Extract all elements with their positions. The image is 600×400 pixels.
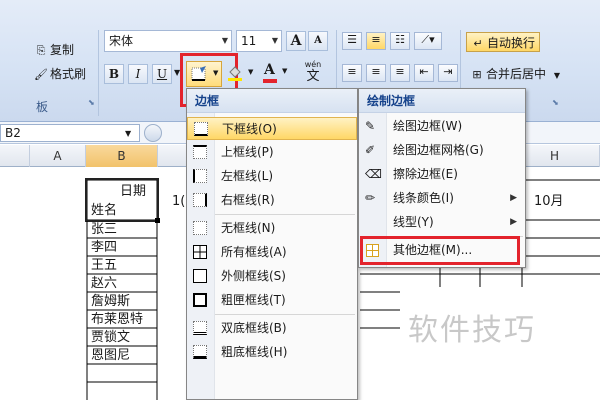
name-cell[interactable]: 布莱恩特 xyxy=(89,311,143,329)
align-center-button[interactable]: ≡ xyxy=(366,64,386,82)
more-borders-highlight xyxy=(360,236,520,265)
align-bottom-button[interactable]: ☷ xyxy=(390,32,410,50)
wrap-text-icon: ↵ xyxy=(473,37,483,50)
merge-center-button[interactable]: ⊞ 合并后居中 ▼ xyxy=(466,64,564,84)
bold-button[interactable]: B xyxy=(104,64,124,84)
eraser-icon: ⌫ xyxy=(365,167,382,181)
double-bottom-border-icon xyxy=(193,321,207,335)
name-cell[interactable]: 李四 xyxy=(89,239,117,257)
copy-button[interactable]: ⎘ 复制 xyxy=(34,40,74,60)
menu-item-draw-border[interactable]: ✎ 绘图边框(W) xyxy=(359,115,525,138)
thick-bottom-border-icon xyxy=(193,345,207,359)
draw-borders-menu-title: 绘制边框 xyxy=(359,89,525,113)
column-header-b[interactable]: B xyxy=(86,145,158,167)
border-menu-title: 边框 xyxy=(187,89,357,113)
formula-scroll-knob[interactable] xyxy=(144,124,162,142)
format-painter-button[interactable]: 🖌 格式刷 xyxy=(34,64,86,84)
thick-box-border-icon xyxy=(193,293,207,307)
dialog-launcher-icon[interactable]: ⬊ xyxy=(552,98,559,107)
chevron-down-icon: ▼ xyxy=(271,36,278,45)
watermark-text: 软件技巧 xyxy=(408,313,536,348)
menu-item-all-borders[interactable]: 所有框线(A) xyxy=(187,241,357,264)
top-border-icon xyxy=(193,145,207,159)
dialog-launcher-icon[interactable]: ⬊ xyxy=(88,98,95,107)
group-divider xyxy=(98,30,99,116)
fill-bucket-icon xyxy=(228,66,242,81)
clipboard-group-label: 板 xyxy=(36,100,49,114)
grow-font-button[interactable]: A xyxy=(286,31,306,51)
align-middle-button[interactable]: ≡ xyxy=(366,32,386,50)
menu-item-line-color[interactable]: ✏ 线条颜色(I) ▶ xyxy=(359,187,525,210)
chevron-down-icon: ▼ xyxy=(125,129,132,138)
menu-item-no-border[interactable]: 无框线(N) xyxy=(187,217,357,240)
menu-item-bottom-border[interactable]: 下框线(O) xyxy=(187,117,357,140)
chevron-down-icon: ▼ xyxy=(553,71,560,80)
menu-item-thick-bottom-border[interactable]: 粗底框线(H) xyxy=(187,341,357,364)
menu-item-line-style[interactable]: 线型(Y) ▶ xyxy=(359,211,525,234)
pencil-grid-icon: ✐ xyxy=(365,143,376,157)
font-name-select[interactable]: 宋体 ▼ xyxy=(104,30,232,52)
name-cell[interactable]: 王五 xyxy=(89,257,117,275)
chevron-down-icon: ▼ xyxy=(282,67,288,75)
pencil-border-icon: ✎ xyxy=(365,119,376,133)
column-header-a[interactable]: A xyxy=(30,145,86,167)
font-color-swatch xyxy=(263,79,277,83)
cell-h2-partial: 10月 xyxy=(534,194,564,209)
name-cell[interactable]: 赵六 xyxy=(89,275,117,293)
no-border-icon xyxy=(193,221,207,235)
orientation-button[interactable]: ⟋▾ xyxy=(414,32,442,50)
menu-item-top-border[interactable]: 上框线(P) xyxy=(187,141,357,164)
name-cell[interactable]: 詹姆斯 xyxy=(89,293,130,311)
menu-item-draw-border-grid[interactable]: ✐ 绘图边框网格(G) xyxy=(359,139,525,162)
submenu-arrow-icon: ▶ xyxy=(510,217,517,227)
cell-header-date: 日期 xyxy=(120,184,147,199)
merge-cells-icon: ⊞ xyxy=(472,68,482,81)
column-header-h[interactable]: H xyxy=(530,145,600,167)
menu-item-thick-box-border[interactable]: 粗匣框线(T) xyxy=(187,289,357,312)
name-cell[interactable]: 贾锁文 xyxy=(89,329,130,347)
submenu-arrow-icon: ▶ xyxy=(510,193,517,203)
left-border-icon xyxy=(193,169,207,183)
cell-c2-partial: 1( xyxy=(172,194,186,209)
name-cell[interactable]: 恩图尼 xyxy=(89,347,130,365)
outside-borders-icon xyxy=(193,269,207,283)
align-top-button[interactable]: ☰ xyxy=(342,32,362,50)
name-cell[interactable]: 张三 xyxy=(89,221,117,239)
menu-item-outside-borders[interactable]: 外侧框线(S) xyxy=(187,265,357,288)
decrease-indent-button[interactable]: ⇤ xyxy=(414,64,434,82)
copy-icon: ⎘ xyxy=(36,44,46,57)
menu-item-left-border[interactable]: 左框线(L) xyxy=(187,165,357,188)
fill-color-button[interactable]: ▼ xyxy=(226,64,260,84)
right-border-icon xyxy=(193,193,207,207)
font-size-select[interactable]: 11 ▼ xyxy=(236,30,282,52)
wrap-text-button[interactable]: ↵ 自动换行 xyxy=(466,32,541,52)
menu-item-double-bottom-border[interactable]: 双底框线(B) xyxy=(187,317,357,340)
menu-item-right-border[interactable]: 右框线(R) xyxy=(187,189,357,212)
menu-separator xyxy=(215,314,355,315)
cell-header-name: 姓名 xyxy=(91,203,118,218)
line-color-icon: ✏ xyxy=(365,191,376,205)
shrink-font-button[interactable]: A xyxy=(308,31,328,51)
border-menu: 边框 下框线(O) 上框线(P) 左框线(L) 右框线(R) 无框线(N) 所有… xyxy=(186,88,358,400)
chevron-down-icon: ▼ xyxy=(221,36,228,45)
name-box[interactable]: B2 ▼ xyxy=(0,124,140,142)
menu-item-erase-border[interactable]: ⌫ 擦除边框(E) xyxy=(359,163,525,186)
menu-separator xyxy=(215,214,355,215)
font-color-button[interactable]: A ▼ xyxy=(262,62,292,84)
bottom-border-icon xyxy=(194,122,208,136)
align-left-button[interactable]: ≡ xyxy=(342,64,362,82)
underline-button[interactable]: U xyxy=(152,64,172,84)
all-borders-icon xyxy=(193,245,207,259)
select-all-corner[interactable] xyxy=(0,145,30,167)
chevron-down-icon: ▼ xyxy=(248,68,254,76)
phonetic-guide-button[interactable]: wén 文 xyxy=(296,60,330,86)
align-right-button[interactable]: ≡ xyxy=(390,64,410,82)
format-painter-icon: 🖌 xyxy=(34,68,48,81)
increase-indent-button[interactable]: ⇥ xyxy=(438,64,458,82)
italic-button[interactable]: I xyxy=(128,64,148,84)
